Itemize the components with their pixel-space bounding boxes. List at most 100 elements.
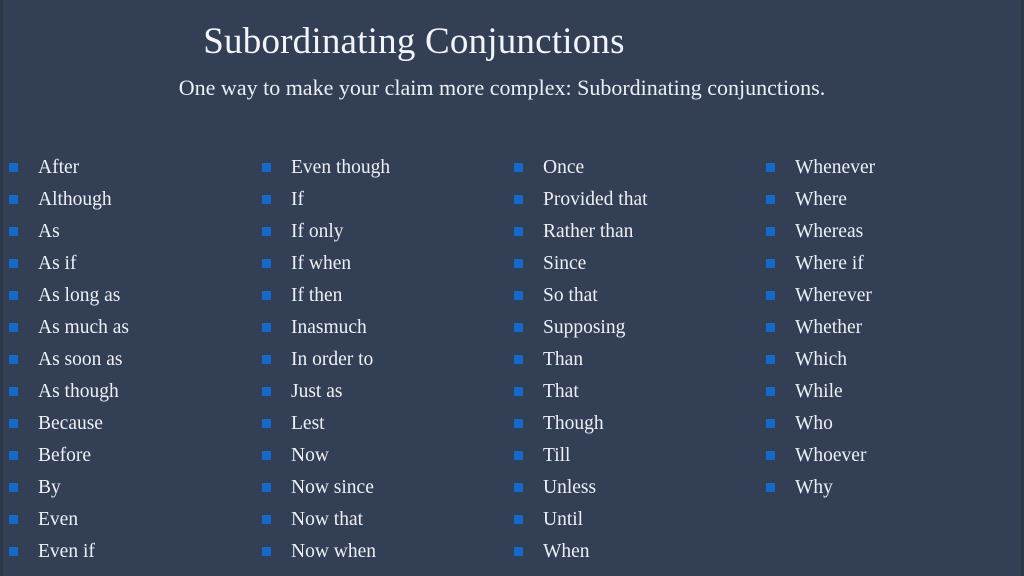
list-item-label: As bbox=[38, 221, 60, 242]
list-item: Wherever bbox=[757, 280, 1007, 312]
list-item-label: So that bbox=[543, 285, 598, 306]
list-item-label: Provided that bbox=[543, 189, 648, 210]
list-item-label: Whoever bbox=[795, 445, 867, 466]
list-item: Till bbox=[505, 440, 755, 472]
list-item: If only bbox=[253, 216, 503, 248]
list-item: Whether bbox=[757, 312, 1007, 344]
list-item: Even though bbox=[253, 152, 503, 184]
square-bullet-icon bbox=[766, 419, 775, 428]
list-item: If bbox=[253, 184, 503, 216]
list-item: Rather than bbox=[505, 216, 755, 248]
list-item-label: When bbox=[543, 541, 590, 562]
square-bullet-icon bbox=[9, 547, 18, 556]
list-item-label: Inasmuch bbox=[291, 317, 367, 338]
square-bullet-icon bbox=[9, 355, 18, 364]
list-item: Now when bbox=[253, 536, 503, 568]
list-item: Since bbox=[505, 248, 755, 280]
list-item: As if bbox=[0, 248, 250, 280]
square-bullet-icon bbox=[262, 163, 271, 172]
list-item-label: While bbox=[795, 381, 843, 402]
list-item: Supposing bbox=[505, 312, 755, 344]
square-bullet-icon bbox=[262, 451, 271, 460]
list-item-label: Wherever bbox=[795, 285, 872, 306]
square-bullet-icon bbox=[9, 163, 18, 172]
list-item: Whereas bbox=[757, 216, 1007, 248]
list-item-label: Who bbox=[795, 413, 833, 434]
square-bullet-icon bbox=[514, 163, 523, 172]
list-item: As long as bbox=[0, 280, 250, 312]
list-item-label: Supposing bbox=[543, 317, 626, 338]
square-bullet-icon bbox=[766, 227, 775, 236]
presentation-slide: Subordinating Conjunctions One way to ma… bbox=[0, 0, 1024, 576]
list-item: In order to bbox=[253, 344, 503, 376]
slide-subtitle: One way to make your claim more complex:… bbox=[178, 75, 826, 100]
list-item: Although bbox=[0, 184, 250, 216]
square-bullet-icon bbox=[9, 227, 18, 236]
square-bullet-icon bbox=[514, 515, 523, 524]
list-item: Provided that bbox=[505, 184, 755, 216]
list-item-label: Now when bbox=[291, 541, 377, 562]
square-bullet-icon bbox=[9, 195, 18, 204]
square-bullet-icon bbox=[262, 387, 271, 396]
square-bullet-icon bbox=[262, 227, 271, 236]
square-bullet-icon bbox=[514, 419, 523, 428]
list-item-label: Whether bbox=[795, 317, 863, 338]
list-item-label: In order to bbox=[291, 349, 374, 370]
list-item-label: After bbox=[38, 157, 80, 178]
square-bullet-icon bbox=[262, 291, 271, 300]
list-item: By bbox=[0, 472, 250, 504]
list-item: Whoever bbox=[757, 440, 1007, 472]
square-bullet-icon bbox=[262, 483, 271, 492]
list-item: Whenever bbox=[757, 152, 1007, 184]
slide-title: Subordinating Conjunctions bbox=[203, 21, 625, 62]
square-bullet-icon bbox=[9, 483, 18, 492]
list-item-label: Whereas bbox=[795, 221, 864, 242]
list-item: Who bbox=[757, 408, 1007, 440]
bullet-list-4: Whenever Where Whereas Where if Wherever Whet… bbox=[757, 152, 1007, 504]
square-bullet-icon bbox=[766, 451, 775, 460]
list-item: Where bbox=[757, 184, 1007, 216]
list-item: Now that bbox=[253, 504, 503, 536]
square-bullet-icon bbox=[766, 163, 775, 172]
list-item: Once bbox=[505, 152, 755, 184]
list-item: Until bbox=[505, 504, 755, 536]
square-bullet-icon bbox=[262, 515, 271, 524]
square-bullet-icon bbox=[514, 451, 523, 460]
square-bullet-icon bbox=[9, 451, 18, 460]
list-item-label: Just as bbox=[291, 381, 343, 402]
square-bullet-icon bbox=[766, 323, 775, 332]
list-item: Where if bbox=[757, 248, 1007, 280]
square-bullet-icon bbox=[766, 355, 775, 364]
list-item: So that bbox=[505, 280, 755, 312]
list-item: If when bbox=[253, 248, 503, 280]
list-item-label: Unless bbox=[543, 477, 597, 498]
list-item-label: Rather than bbox=[543, 221, 634, 242]
square-bullet-icon bbox=[766, 195, 775, 204]
list-item: Which bbox=[757, 344, 1007, 376]
conjunction-column-1: After Although As As if As long as As much as… bbox=[0, 152, 250, 576]
list-item: As much as bbox=[0, 312, 250, 344]
list-item: When bbox=[505, 536, 755, 568]
conjunction-column-3: Once Provided that Rather than Since So that… bbox=[505, 152, 755, 576]
list-item: Just as bbox=[253, 376, 503, 408]
list-item-label: Where bbox=[795, 189, 847, 210]
list-item-label: That bbox=[543, 381, 579, 402]
list-item: That bbox=[505, 376, 755, 408]
square-bullet-icon bbox=[262, 355, 271, 364]
list-item-label: Because bbox=[38, 413, 103, 434]
square-bullet-icon bbox=[9, 387, 18, 396]
square-bullet-icon bbox=[262, 547, 271, 556]
list-item: Though bbox=[505, 408, 755, 440]
square-bullet-icon bbox=[766, 483, 775, 492]
list-item-label: If bbox=[291, 189, 304, 210]
list-item-label: Than bbox=[543, 349, 584, 370]
list-item-label: If when bbox=[291, 253, 352, 274]
list-item: As soon as bbox=[0, 344, 250, 376]
square-bullet-icon bbox=[766, 259, 775, 268]
conjunction-column-2: Even though If If only If when If then Inasmu… bbox=[253, 152, 503, 576]
list-item: Because bbox=[0, 408, 250, 440]
list-item: While bbox=[757, 376, 1007, 408]
list-item: As though bbox=[0, 376, 250, 408]
list-item-label: By bbox=[38, 477, 61, 498]
square-bullet-icon bbox=[514, 547, 523, 556]
